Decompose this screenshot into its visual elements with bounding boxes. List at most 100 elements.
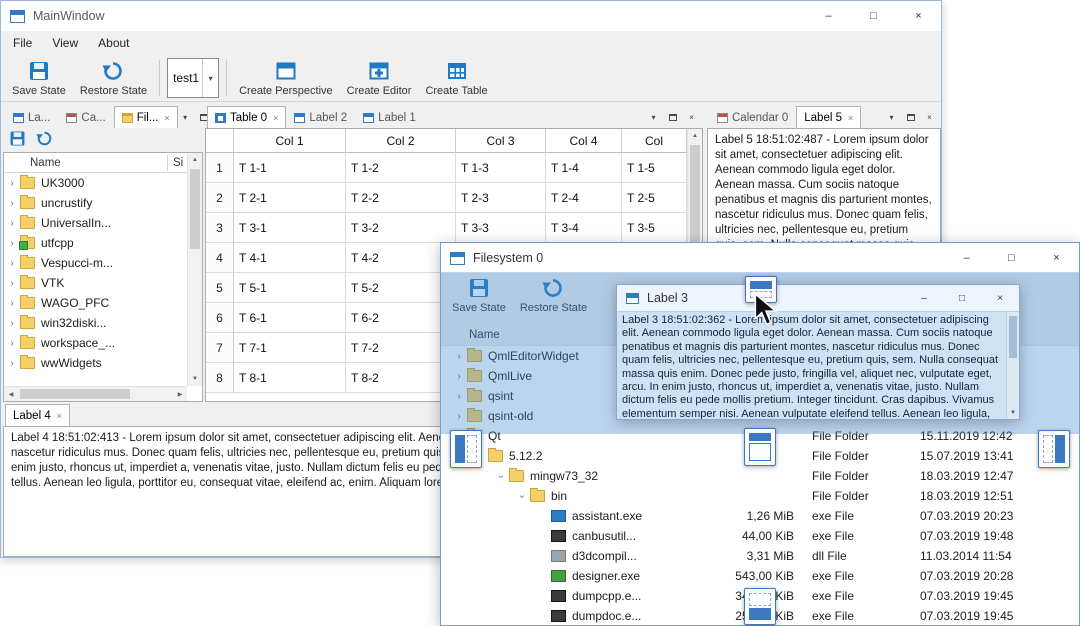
table-cell[interactable]: T 3-5 — [622, 213, 687, 243]
scroll-up-button[interactable]: ▲ — [188, 153, 202, 167]
file-tree-row[interactable]: › mingw73_32 File Folder 18.03.2019 12:4… — [441, 466, 1079, 486]
close-button[interactable]: × — [896, 1, 941, 30]
expander-icon[interactable]: › — [4, 258, 20, 269]
folder-tree-item[interactable]: › workspace_... — [4, 333, 187, 353]
perspective-combo[interactable]: test1 ▾ — [167, 58, 220, 98]
folder-tree-item[interactable]: › WAGO_PFC — [4, 293, 187, 313]
restore-state-button[interactable]: Restore State — [73, 58, 154, 99]
expander-icon[interactable]: › — [4, 238, 20, 249]
tab-label2[interactable]: Label 2 — [286, 106, 355, 128]
file-tree-row[interactable]: designer.exe 543,00 KiB exe File 07.03.2… — [441, 566, 1079, 586]
column-header[interactable]: Col 3 — [456, 129, 546, 153]
row-header[interactable]: 1 — [206, 153, 234, 183]
table-cell[interactable]: T 3-2 — [346, 213, 456, 243]
folder-tree-item[interactable]: › win32diski... — [4, 313, 187, 333]
table-cell[interactable]: T 1-1 — [234, 153, 346, 183]
row-header[interactable]: 3 — [206, 213, 234, 243]
folder-tree-item[interactable]: › wwWidgets — [4, 353, 187, 373]
column-header[interactable]: Col 2 — [346, 129, 456, 153]
scroll-left-button[interactable]: ◀ — [4, 387, 18, 401]
maximize-button[interactable]: □ — [989, 243, 1034, 272]
dock-float-button[interactable] — [665, 110, 680, 125]
column-header[interactable]: Col — [622, 129, 687, 153]
dock-float-button[interactable] — [903, 110, 918, 125]
corner-header[interactable] — [206, 129, 234, 153]
maximize-button[interactable]: □ — [851, 1, 896, 30]
tab-close-icon[interactable]: × — [848, 113, 853, 123]
menu-view[interactable]: View — [42, 36, 88, 50]
folder-tree-item[interactable]: › utfcpp — [4, 233, 187, 253]
table-cell[interactable]: T 2-2 — [346, 183, 456, 213]
table-cell[interactable]: T 2-3 — [456, 183, 546, 213]
tab-calendar0[interactable]: Calendar 0 — [709, 106, 796, 128]
dock-indicator-center[interactable] — [744, 428, 776, 466]
expander-icon[interactable]: › — [496, 468, 507, 484]
save-state-button[interactable]: Save State — [5, 58, 73, 99]
row-header[interactable]: 5 — [206, 273, 234, 303]
tab-close-icon[interactable]: × — [57, 411, 62, 421]
dock-close-button[interactable]: × — [684, 110, 699, 125]
create-perspective-button[interactable]: Create Perspective — [232, 58, 340, 99]
table-cell[interactable]: T 1-4 — [546, 153, 622, 183]
scrollbar-thumb[interactable] — [190, 169, 200, 249]
expander-icon[interactable]: › — [4, 318, 20, 329]
table-cell[interactable]: T 2-1 — [234, 183, 346, 213]
name-column-header[interactable]: Name — [4, 157, 167, 169]
column-header[interactable]: Col 1 — [234, 129, 346, 153]
file-tree-row[interactable]: assistant.exe 1,26 MiB exe File 07.03.20… — [441, 506, 1079, 526]
create-table-button[interactable]: Create Table — [418, 58, 494, 99]
menu-file[interactable]: File — [3, 36, 42, 50]
dock-menu-button[interactable]: ▾ — [646, 110, 661, 125]
tab-label5[interactable]: Label 5 × — [796, 106, 862, 128]
table-cell[interactable]: T 3-3 — [456, 213, 546, 243]
folder-tree-item[interactable]: › Vespucci-m... — [4, 253, 187, 273]
table-cell[interactable]: T 7-1 — [234, 333, 346, 363]
table-cell[interactable]: T 5-1 — [234, 273, 346, 303]
table-cell[interactable]: T 1-5 — [622, 153, 687, 183]
column-header[interactable]: Col 4 — [546, 129, 622, 153]
dock-menu-button[interactable]: ▾ — [178, 110, 193, 125]
expander-icon[interactable]: › — [4, 278, 20, 289]
dock-indicator-bottom[interactable] — [744, 588, 776, 625]
scrollbar-thumb[interactable] — [1009, 316, 1017, 358]
expander-icon[interactable]: › — [4, 338, 20, 349]
tab-label0[interactable]: La... — [5, 106, 58, 128]
close-button[interactable]: × — [981, 285, 1019, 311]
expander-icon[interactable]: › — [4, 198, 20, 209]
close-button[interactable]: × — [1034, 243, 1079, 272]
scroll-down-button[interactable]: ▼ — [1007, 406, 1019, 419]
folder-tree-item[interactable]: › uncrustify — [4, 193, 187, 213]
tab-label1[interactable]: Label 1 — [355, 106, 424, 128]
dock-close-button[interactable]: × — [922, 110, 937, 125]
row-header[interactable]: 8 — [206, 363, 234, 393]
menu-about[interactable]: About — [88, 36, 139, 50]
table-cell[interactable]: T 3-4 — [546, 213, 622, 243]
table-cell[interactable]: T 2-4 — [546, 183, 622, 213]
label3-titlebar[interactable]: Label 3 – □ × — [617, 285, 1019, 312]
table-cell[interactable]: T 3-1 — [234, 213, 346, 243]
table-cell[interactable]: T 8-1 — [234, 363, 346, 393]
chevron-down-icon[interactable]: ▾ — [202, 59, 218, 97]
save-state-small-button[interactable] — [9, 130, 26, 147]
expander-icon[interactable]: › — [4, 178, 20, 189]
table-cell[interactable]: T 4-1 — [234, 243, 346, 273]
folder-tree-item[interactable]: › VTK — [4, 273, 187, 293]
file-tree-row[interactable]: canbusutil... 44,00 KiB exe File 07.03.2… — [441, 526, 1079, 546]
folder-tree-item[interactable]: › UniversalIn... — [4, 213, 187, 233]
row-header[interactable]: 2 — [206, 183, 234, 213]
folder-tree-item[interactable]: › UK3000 — [4, 173, 187, 193]
minimize-button[interactable]: – — [806, 1, 851, 30]
scroll-right-button[interactable]: ▶ — [173, 387, 187, 401]
scrollbar-thumb[interactable] — [20, 389, 130, 399]
file-tree-row[interactable]: d3dcompil... 3,31 MiB dll File 11.03.201… — [441, 546, 1079, 566]
expander-icon[interactable]: › — [4, 218, 20, 229]
tab-calendar1[interactable]: Ca... — [58, 106, 113, 128]
scroll-down-button[interactable]: ▼ — [188, 372, 202, 386]
row-header[interactable]: 4 — [206, 243, 234, 273]
table-cell[interactable]: T 1-2 — [346, 153, 456, 183]
main-titlebar[interactable]: MainWindow – □ × — [1, 1, 941, 31]
table-cell[interactable]: T 1-3 — [456, 153, 546, 183]
tab-label4[interactable]: Label 4 × — [5, 404, 70, 426]
table-cell[interactable]: T 2-5 — [622, 183, 687, 213]
minimize-button[interactable]: – — [905, 285, 943, 311]
